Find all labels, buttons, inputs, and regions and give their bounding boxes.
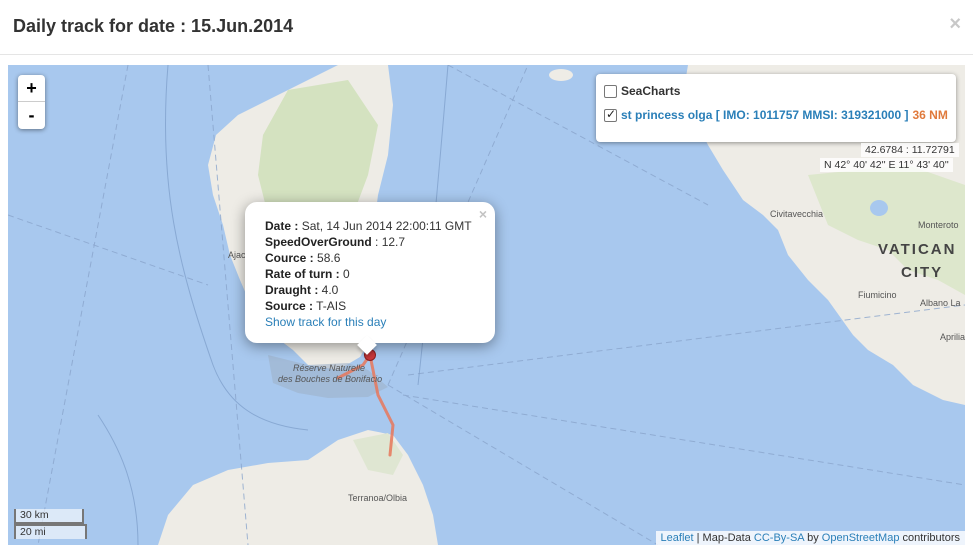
popup-close-icon[interactable]: × bbox=[479, 206, 487, 222]
leaflet-link[interactable]: Leaflet bbox=[661, 532, 694, 544]
popup-draught-row: Draught : 4.0 bbox=[265, 283, 339, 297]
zoom-out-button[interactable]: - bbox=[18, 102, 45, 129]
place-label: CITY bbox=[901, 264, 944, 281]
place-label: Fiumicino bbox=[858, 290, 897, 300]
close-icon[interactable]: × bbox=[949, 13, 961, 36]
place-label: Monteroto bbox=[918, 220, 959, 230]
license-link[interactable]: CC-By-SA bbox=[754, 532, 804, 544]
bracciano-lake bbox=[870, 200, 888, 216]
seacharts-checkbox[interactable] bbox=[604, 84, 617, 98]
popup-rot-row: Rate of turn : 0 bbox=[265, 267, 350, 281]
place-label: Civitavecchia bbox=[770, 209, 824, 219]
place-label: Réserve Naturelle bbox=[293, 363, 366, 373]
scale-km: 30 km bbox=[14, 509, 84, 524]
map-view[interactable]: Civitavecchia Monteroto VATICAN CITY Fiu… bbox=[8, 65, 965, 545]
coordinate-dms: N 42° 40' 42'' E 11° 43' 40'' bbox=[820, 158, 953, 172]
layer-control: SeaCharts st princess olga [ IMO: 101175… bbox=[596, 74, 956, 142]
modal-title: Daily track for date : 15.Jun.2014 bbox=[13, 16, 294, 36]
coordinate-decimal: 42.6784 : 11.72791 bbox=[861, 143, 959, 157]
vessel-checkbox[interactable] bbox=[604, 107, 617, 122]
elba-island bbox=[549, 69, 573, 81]
popup-content: Date : Sat, 14 Jun 2014 22:00:11 GMT Spe… bbox=[265, 218, 472, 330]
track-modal: Daily track for date : 15.Jun.2014 × Civ… bbox=[0, 0, 973, 555]
osm-link[interactable]: OpenStreetMap bbox=[822, 532, 900, 544]
map-attribution: Leaflet | Map-Data CC-By-SA by OpenStree… bbox=[655, 531, 965, 545]
place-label: Ajac bbox=[228, 250, 246, 260]
zoom-in-button[interactable]: + bbox=[18, 75, 45, 102]
seacharts-label: SeaCharts bbox=[621, 84, 681, 98]
popup-date-row: Date : Sat, 14 Jun 2014 22:00:11 GMT bbox=[265, 219, 472, 233]
scale-mi: 20 mi bbox=[14, 524, 87, 539]
modal-header: Daily track for date : 15.Jun.2014 × bbox=[0, 0, 973, 55]
place-label: Aprilia bbox=[940, 332, 965, 342]
vessel-popup: × Date : Sat, 14 Jun 2014 22:00:11 GMT S… bbox=[245, 202, 495, 355]
popup-source-row: Source : T-AIS bbox=[265, 299, 347, 313]
layer-seacharts[interactable]: SeaCharts bbox=[604, 84, 680, 98]
place-label: Terranoa/Olbia bbox=[348, 493, 408, 503]
popup-sog-row: SpeedOverGround : 12.7 bbox=[265, 235, 406, 249]
vessel-label: st princess olga [ IMO: 1011757 MMSI: 31… bbox=[621, 108, 909, 122]
place-label: des Bouches de Bonifacio bbox=[278, 374, 383, 384]
place-label: VATICAN bbox=[878, 241, 957, 258]
layer-vessel[interactable]: st princess olga [ IMO: 1011757 MMSI: 31… bbox=[604, 107, 948, 122]
zoom-control: + - bbox=[18, 75, 45, 129]
popup-course-row: Cource : 58.6 bbox=[265, 251, 341, 265]
scale-bar: 30 km 20 mi bbox=[14, 509, 87, 539]
place-label: Albano La bbox=[920, 298, 961, 308]
distance-label: 36 NM bbox=[912, 108, 948, 122]
show-track-link[interactable]: Show track for this day bbox=[265, 314, 472, 330]
